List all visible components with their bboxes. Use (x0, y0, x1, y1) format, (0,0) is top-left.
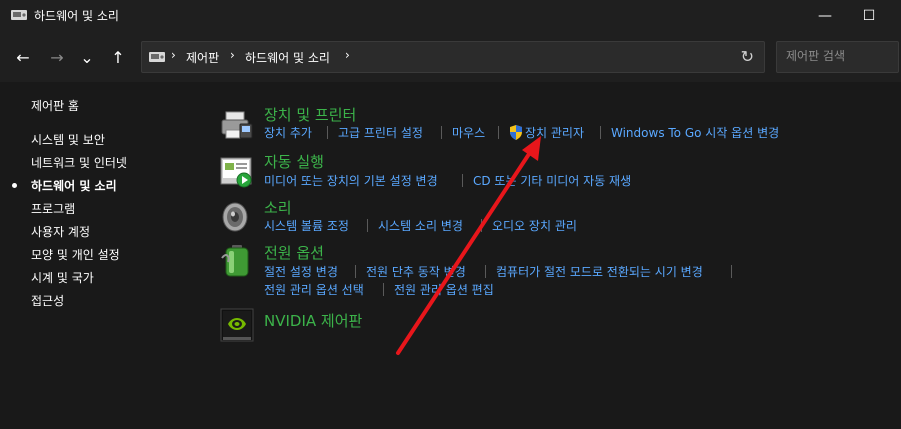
category-title-autoplay[interactable]: 자동 실행 (264, 151, 324, 172)
sidebar-item-hardware-sound[interactable]: 하드웨어 및 소리 (31, 177, 117, 194)
chevron-down-icon: ⌄ (80, 47, 94, 67)
recent-locations-button[interactable]: ⌄ (75, 44, 99, 70)
navigation-bar: ← → ⌄ ↑ › 제어판 › 하드웨어 및 소리 › ↻ (0, 32, 901, 82)
link-separator (367, 219, 368, 232)
link-choose-power-plan[interactable]: 전원 관리 옵션 선택 (264, 281, 364, 298)
link-separator (462, 174, 463, 187)
minimize-icon: — (818, 8, 832, 24)
window-title: 하드웨어 및 소리 (34, 9, 119, 23)
link-change-power-button[interactable]: 전원 단추 동작 변경 (366, 263, 466, 280)
breadcrumb-hardware-sound[interactable]: 하드웨어 및 소리 (245, 49, 330, 66)
link-advanced-printer-setup[interactable]: 고급 프린터 설정 (338, 124, 423, 141)
address-bar[interactable]: › 제어판 › 하드웨어 및 소리 › ↻ (141, 41, 765, 73)
forward-arrow-icon: → (50, 47, 64, 67)
control-panel-icon (149, 52, 165, 62)
link-separator (327, 126, 328, 139)
minimize-button[interactable]: — (802, 0, 848, 32)
sidebar-item-clock-region[interactable]: 시계 및 국가 (31, 269, 94, 286)
uac-shield-icon (510, 125, 522, 140)
link-media-device-defaults[interactable]: 미디어 또는 장치의 기본 설정 변경 (264, 172, 438, 189)
up-button[interactable]: ↑ (104, 44, 132, 70)
breadcrumb-separator: › (171, 48, 176, 62)
link-separator (600, 126, 601, 139)
category-title-devices-printers[interactable]: 장치 및 프린터 (264, 104, 356, 125)
link-adjust-system-volume[interactable]: 시스템 볼륨 조정 (264, 217, 349, 234)
refresh-icon[interactable]: ↻ (741, 47, 754, 66)
link-separator (498, 126, 499, 139)
control-panel-icon (11, 10, 27, 20)
link-separator (383, 283, 384, 296)
sidebar-item-system-security[interactable]: 시스템 및 보안 (31, 131, 105, 148)
active-bullet-icon (12, 183, 17, 188)
title-bar: 하드웨어 및 소리 — ☐ (0, 0, 901, 32)
back-button[interactable]: ← (9, 44, 37, 70)
link-edit-power-plan[interactable]: 전원 관리 옵션 편집 (394, 281, 494, 298)
back-arrow-icon: ← (16, 47, 30, 67)
sidebar-home-link[interactable]: 제어판 홈 (31, 97, 79, 114)
nvidia-icon (220, 308, 254, 342)
category-title-sound[interactable]: 소리 (264, 197, 292, 218)
category-title-nvidia[interactable]: NVIDIA 제어판 (264, 310, 362, 331)
link-windows-to-go[interactable]: Windows To Go 시작 옵션 변경 (611, 124, 779, 141)
link-add-device[interactable]: 장치 추가 (264, 124, 312, 141)
maximize-button[interactable]: ☐ (846, 0, 892, 32)
sidebar-item-appearance[interactable]: 모양 및 개인 설정 (31, 246, 120, 263)
printer-icon (221, 111, 253, 139)
link-change-sleep-timing[interactable]: 컴퓨터가 절전 모드로 전환되는 시기 변경 (496, 263, 703, 280)
forward-button[interactable]: → (43, 44, 71, 70)
link-change-sleep-settings[interactable]: 절전 설정 변경 (264, 263, 338, 280)
autoplay-icon (220, 157, 252, 188)
speaker-icon (222, 202, 248, 232)
battery-icon (221, 245, 249, 277)
link-change-system-sounds[interactable]: 시스템 소리 변경 (378, 217, 463, 234)
up-arrow-icon: ↑ (111, 47, 125, 67)
maximize-icon: ☐ (862, 8, 876, 24)
link-mouse[interactable]: 마우스 (452, 124, 485, 141)
link-separator (731, 265, 732, 278)
sidebar-item-programs[interactable]: 프로그램 (31, 200, 75, 217)
search-box[interactable] (776, 41, 899, 73)
link-device-manager[interactable]: 장치 관리자 (525, 124, 584, 141)
link-separator (485, 265, 486, 278)
link-separator (481, 219, 482, 232)
sidebar-item-accessibility[interactable]: 접근성 (31, 292, 64, 309)
link-manage-audio-devices[interactable]: 오디오 장치 관리 (492, 217, 577, 234)
breadcrumb-separator: › (345, 48, 350, 62)
breadcrumb-control-panel[interactable]: 제어판 (186, 49, 219, 66)
link-separator (441, 126, 442, 139)
breadcrumb-separator: › (230, 48, 235, 62)
search-input[interactable] (777, 42, 897, 70)
sidebar-item-user-accounts[interactable]: 사용자 계정 (31, 223, 90, 240)
sidebar-item-network-internet[interactable]: 네트워크 및 인터넷 (31, 154, 127, 171)
link-separator (355, 265, 356, 278)
category-title-power-options[interactable]: 전원 옵션 (264, 242, 324, 263)
link-cd-autoplay[interactable]: CD 또는 기타 미디어 자동 재생 (473, 172, 631, 189)
